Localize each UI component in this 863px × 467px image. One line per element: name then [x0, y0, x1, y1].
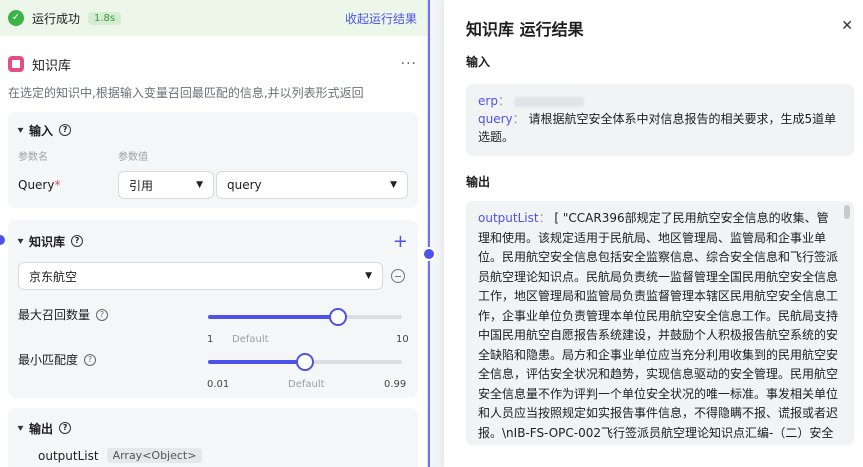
input-section: ▾ 输入 ? 参数名 参数值 Query* 引用 ▼ query ▼ [8, 112, 418, 208]
help-icon[interactable]: ? [96, 308, 109, 321]
input-query-line: query： 请根据航空安全体系中对信息报告的相关要求，生成5道单选题。 [478, 112, 837, 144]
redacted-value [513, 96, 584, 107]
input-section-header[interactable]: ▾ 输入 ? [8, 112, 418, 148]
result-output-box[interactable]: outputList： [ "CCAR396部规定了民用航空安全信息的收集、管理… [466, 201, 854, 445]
knowledge-base-value: 京东航空 [29, 269, 78, 284]
max-recall-label: 最大召回数量? [18, 306, 109, 323]
output-item: outputList Array<Object> [8, 448, 418, 463]
min-match-max: 0.99 [384, 379, 407, 390]
input-section-title: 输入 [29, 123, 54, 138]
chevron-down-icon[interactable]: ▾ [17, 125, 23, 136]
run-result-panel: 知识库 运行结果 ✕ 输入 erp： query： 请根据航空安全体系中对信息报… [444, 0, 863, 467]
output-section-title: 输出 [29, 421, 54, 436]
collapse-results-link[interactable]: 收起运行结果 [345, 10, 417, 27]
chevron-down-icon[interactable]: ▾ [17, 423, 23, 434]
knowledge-select-row: 京东航空 ▼ [8, 262, 418, 290]
param-value-text: query [227, 178, 262, 192]
max-recall-default: Default [232, 334, 269, 345]
param-column-headers: 参数名 参数值 [8, 148, 418, 163]
output-section: ▾ 输出 ? outputList Array<Object> [8, 408, 418, 467]
knowledge-base-icon [8, 56, 24, 72]
max-recall-slider[interactable] [208, 308, 402, 326]
param-value-select[interactable]: query ▼ [216, 171, 408, 199]
min-match-default: Default [288, 379, 325, 390]
close-icon[interactable]: ✕ [841, 18, 853, 34]
knowledge-section: ▾ 知识库 ? + 京东航空 ▼ 最大召回数量? 1 Default 10 最小… [8, 220, 418, 398]
result-output-label: 输出 [466, 175, 491, 189]
success-check-icon: ✓ [8, 10, 24, 26]
param-value-header: 参数值 [118, 152, 148, 163]
caret-down-icon: ▼ [196, 180, 203, 190]
result-input-box: erp： query： 请根据航空安全体系中对信息报告的相关要求，生成5道单选题… [466, 84, 854, 156]
max-recall-slider-row: 最大召回数量? 1 Default 10 [18, 306, 409, 346]
node-title: 知识库 [32, 58, 72, 74]
knowledge-section-header[interactable]: ▾ 知识库 ? + [8, 220, 418, 262]
chevron-down-icon[interactable]: ▾ [17, 236, 23, 247]
output-item-type: Array<Object> [106, 448, 203, 463]
result-panel-title: 知识库 运行结果 [466, 20, 584, 39]
help-icon[interactable]: ? [71, 235, 84, 247]
output-section-header[interactable]: ▾ 输出 ? [8, 408, 418, 448]
more-options-icon[interactable]: ··· [401, 56, 417, 72]
output-scrollbar[interactable] [844, 205, 850, 219]
param-mode-value: 引用 [129, 178, 154, 193]
min-match-slider[interactable] [208, 353, 402, 371]
min-match-min: 0.01 [207, 379, 230, 390]
input-erp-line: erp： [478, 92, 842, 110]
result-input-label: 输入 [466, 55, 491, 69]
min-match-fill [208, 360, 305, 364]
node-config-panel: ✓ 运行成功 1.8s 收起运行结果 知识库 ··· 在选定的知识中,根据输入变… [0, 0, 428, 467]
run-status-text: 运行成功 [32, 11, 81, 26]
run-status-bar: ✓ 运行成功 1.8s 收起运行结果 [0, 0, 427, 36]
add-knowledge-button[interactable]: + [393, 231, 408, 252]
query-param-row: Query* 引用 ▼ query ▼ [8, 171, 418, 199]
required-mark: * [54, 178, 61, 192]
output-key: outputList [478, 211, 539, 225]
node-header: 知识库 ··· [0, 36, 427, 80]
max-recall-min: 1 [207, 334, 214, 345]
param-name-header: 参数名 [18, 152, 48, 163]
caret-down-icon: ▼ [390, 180, 397, 190]
node-description: 在选定的知识中,根据输入变量召回最匹配的信息,并以列表形式返回 [8, 86, 364, 100]
output-item-name: outputList [38, 448, 99, 463]
max-recall-fill [208, 315, 338, 319]
knowledge-base-select[interactable]: 京东航空 ▼ [18, 262, 383, 290]
connector-line [428, 0, 430, 467]
min-match-slider-row: 最小匹配度? 0.01 Default 0.99 [18, 351, 408, 391]
remove-knowledge-icon[interactable] [391, 269, 405, 283]
output-port-dot[interactable] [422, 247, 436, 261]
help-icon[interactable]: ? [59, 422, 72, 434]
min-match-label: 最小匹配度? [18, 351, 97, 368]
run-time-badge: 1.8s [88, 11, 122, 25]
help-icon[interactable]: ? [59, 124, 72, 136]
min-match-thumb[interactable] [296, 353, 314, 371]
max-recall-thumb[interactable] [328, 308, 347, 326]
knowledge-section-title: 知识库 [29, 234, 66, 249]
workflow-run-view: ✓ 运行成功 1.8s 收起运行结果 知识库 ··· 在选定的知识中,根据输入变… [0, 0, 863, 467]
max-recall-max: 10 [396, 334, 409, 345]
caret-down-icon: ▼ [365, 271, 372, 281]
help-icon[interactable]: ? [84, 353, 97, 366]
output-value: [ "CCAR396部规定了民用航空安全信息的收集、管理和使用。该规定适用于民航… [478, 211, 839, 440]
param-mode-select[interactable]: 引用 ▼ [118, 171, 214, 199]
param-name-query: Query* [18, 178, 61, 192]
